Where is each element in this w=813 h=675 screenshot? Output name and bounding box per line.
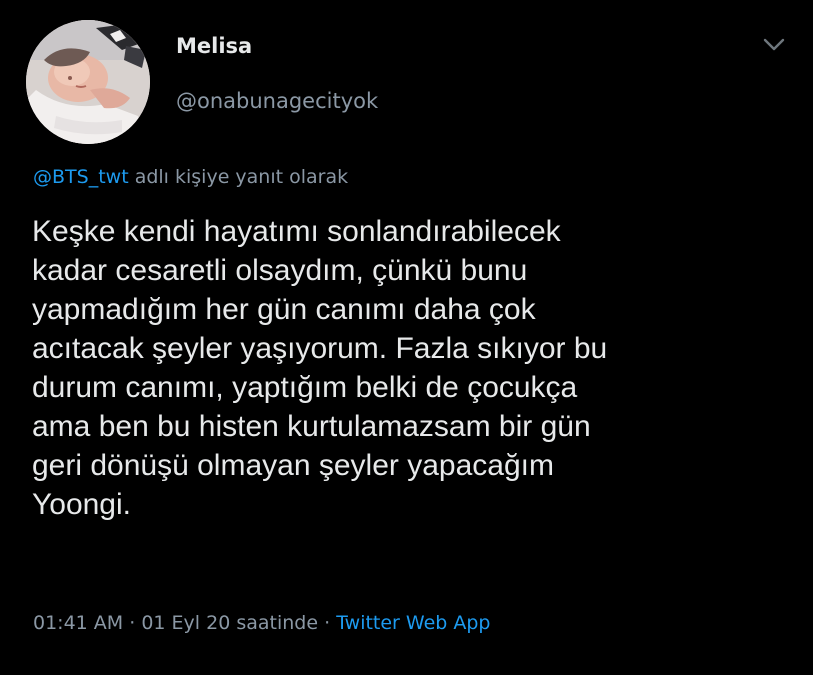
tweet-card: Melisa @onabunagecityok @BTS_twt adlı ki… [0, 0, 813, 675]
tweet-date[interactable]: 01 Eyl 20 saatinde [141, 612, 318, 634]
avatar[interactable] [26, 20, 150, 144]
avatar-image [26, 20, 150, 144]
display-name[interactable]: Melisa [176, 34, 252, 58]
tweet-source-link[interactable]: Twitter Web App [336, 612, 490, 634]
meta-separator: · [129, 612, 136, 634]
reply-context: @BTS_twt adlı kişiye yanıt olarak [33, 166, 348, 188]
user-handle[interactable]: @onabunagecityok [176, 89, 378, 113]
reply-context-label: adlı kişiye yanıt olarak [134, 166, 349, 188]
reply-mention-link[interactable]: @BTS_twt [33, 166, 129, 188]
chevron-down-icon[interactable] [760, 34, 788, 56]
meta-separator: · [324, 612, 331, 634]
tweet-meta: 01:41 AM · 01 Eyl 20 saatinde · Twitter … [33, 612, 491, 634]
tweet-time[interactable]: 01:41 AM [33, 612, 123, 634]
tweet-text: Keşke kendi hayatımı sonlandırabilecek k… [32, 215, 608, 521]
